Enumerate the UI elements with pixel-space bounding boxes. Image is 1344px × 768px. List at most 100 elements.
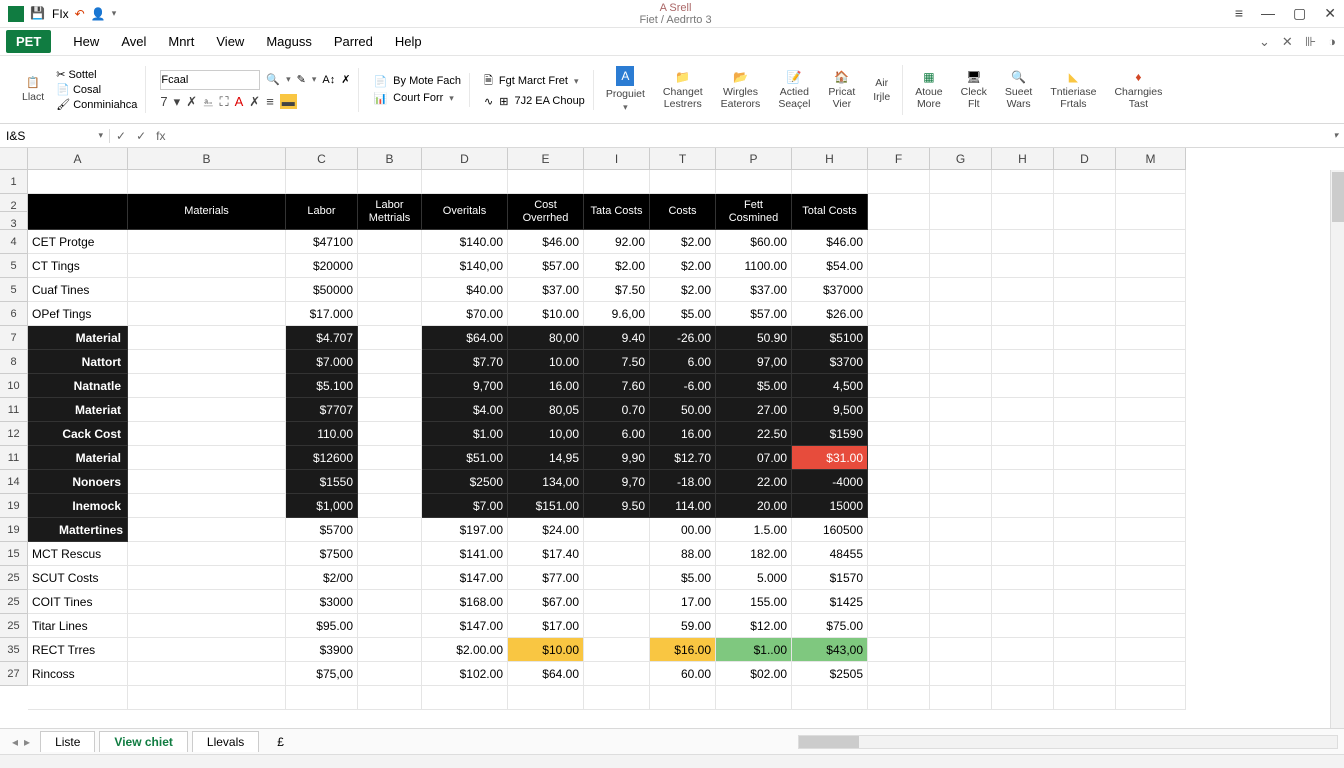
italic-icon[interactable]: ✗: [186, 94, 197, 110]
btn-wirgles[interactable]: 📂WirglesEaterors: [715, 68, 767, 112]
btn-proguiet[interactable]: AProguiet▾: [600, 64, 651, 115]
spreadsheet-grid: ABCBDEITPHFGHDM 123455678101112111419191…: [0, 148, 1344, 712]
tab-view[interactable]: View: [216, 34, 244, 49]
user-icon[interactable]: 👤: [91, 7, 106, 21]
ribbon-help-icon[interactable]: ◑: [1328, 34, 1336, 50]
cancel-fx-icon[interactable]: ✓: [116, 129, 126, 143]
undo-icon[interactable]: ↶: [75, 7, 85, 21]
col-header-A[interactable]: A: [28, 148, 128, 170]
select-all-corner[interactable]: [0, 148, 28, 170]
letter-a-icon: A: [616, 66, 634, 86]
save-icon[interactable]: 💾: [30, 6, 46, 22]
btn-changet[interactable]: 📁ChangetLestrers: [657, 68, 709, 112]
col-header-P[interactable]: P: [716, 148, 792, 170]
font-group: 🔍 ▾ ✎▾ A↕ ✗ 7▾ ✗ ⎁ ⛶ A ✗ ≡ ▬: [152, 68, 359, 112]
grid-icon[interactable]: ⊞: [499, 95, 508, 108]
close-icon[interactable]: ✕: [1324, 5, 1336, 22]
paste-button[interactable]: 📋 Llact: [16, 74, 50, 105]
sheet-tab-0[interactable]: Liste: [40, 731, 95, 752]
fx-icon[interactable]: fx: [156, 129, 165, 143]
tab-hew[interactable]: Hew: [73, 34, 99, 49]
sum-icon[interactable]: ∿: [484, 95, 493, 108]
col-header-B[interactable]: B: [128, 148, 286, 170]
ribbon-collapse-icon[interactable]: ⌄: [1259, 34, 1270, 50]
col-header-D[interactable]: D: [1054, 148, 1116, 170]
ribbon-close-icon[interactable]: ✕: [1282, 34, 1293, 50]
search-icon[interactable]: 🔍: [266, 73, 280, 86]
btn-atoue[interactable]: ▦AtoueMore: [909, 68, 948, 112]
btn-irjle[interactable]: AirIrjle: [867, 75, 896, 105]
name-box[interactable]: I&S▾: [0, 129, 110, 143]
underline-icon[interactable]: ⎁: [203, 94, 213, 110]
btn-cleck[interactable]: 🖥CleckFlt: [955, 68, 993, 112]
btn-sueet[interactable]: 🔍SueetWars: [999, 68, 1038, 112]
menu-bars-icon[interactable]: ≡: [1235, 5, 1243, 22]
tab-parred[interactable]: Parred: [334, 34, 373, 49]
col-header-I[interactable]: I: [584, 148, 650, 170]
sheet-tab-1[interactable]: View chiet: [99, 731, 187, 752]
vertical-scrollbar[interactable]: [1330, 170, 1344, 728]
col-header-C[interactable]: C: [286, 148, 358, 170]
sheet-icon[interactable]: 📄: [373, 75, 387, 88]
triangle-icon: ◣: [1069, 70, 1078, 84]
font-dd-icon[interactable]: ▾: [286, 74, 291, 85]
fbar-expand-icon[interactable]: ▾: [1333, 130, 1338, 141]
pin-icon: ♦: [1135, 70, 1141, 84]
table-icon[interactable]: 📊: [373, 92, 387, 105]
col-header-F[interactable]: F: [868, 148, 930, 170]
horizontal-scrollbar[interactable]: [798, 735, 1338, 749]
maximize-icon[interactable]: ▢: [1293, 5, 1306, 22]
col-header-M[interactable]: M: [1116, 148, 1186, 170]
tab-help[interactable]: Help: [395, 34, 422, 49]
font-size-input[interactable]: 7: [160, 94, 167, 109]
sheet-extra[interactable]: £: [263, 735, 298, 749]
cut-option[interactable]: ✂ Sottel: [56, 68, 137, 81]
cells-area[interactable]: MaterialsLaborLabor MettrialsOveritalsCo…: [28, 170, 1186, 710]
ribbon-options-icon[interactable]: ⊪: [1305, 34, 1316, 50]
align-icon[interactable]: ≡: [266, 94, 274, 109]
tab-avel[interactable]: Avel: [121, 34, 146, 49]
tab-maguss[interactable]: Maguss: [266, 34, 312, 49]
strike-icon[interactable]: ✗: [249, 94, 260, 110]
sheet-nav[interactable]: ◂▸: [6, 735, 36, 749]
folder-arrow-icon: 📁: [675, 70, 690, 84]
hscroll-thumb[interactable]: [799, 736, 859, 748]
clear-format-icon[interactable]: ✗: [341, 73, 350, 86]
tab-mnrt[interactable]: Mnrt: [168, 34, 194, 49]
col-header-G[interactable]: G: [930, 148, 992, 170]
col-header-H[interactable]: H: [992, 148, 1054, 170]
col-header-E[interactable]: E: [508, 148, 584, 170]
font-color-icon[interactable]: A: [235, 94, 244, 109]
nav-next-icon: ▸: [24, 735, 30, 749]
border-icon[interactable]: ⛶: [220, 94, 229, 110]
qat-label: FIx: [52, 7, 69, 21]
btn-actied[interactable]: 📝ActiedSeaçel: [772, 68, 816, 112]
format-icon[interactable]: 🗎: [484, 72, 493, 91]
btn-pricat[interactable]: 🏠PricatVier: [822, 68, 861, 112]
sheet-tab-2[interactable]: Llevals: [192, 731, 259, 752]
font-name-input[interactable]: [160, 70, 260, 90]
home-icon: 🏠: [834, 70, 849, 84]
nav-prev-icon: ◂: [12, 735, 18, 749]
btn-charngies[interactable]: ♦CharngiesTast: [1108, 68, 1168, 112]
scroll-thumb[interactable]: [1332, 172, 1344, 222]
window-controls: ≡ — ▢ ✕: [1235, 5, 1336, 22]
col-header-T[interactable]: T: [650, 148, 716, 170]
minimize-icon[interactable]: —: [1261, 5, 1275, 22]
btn-tntieriase[interactable]: ◣TntieriaseFrtals: [1044, 68, 1102, 112]
ribbon-controls: ⌄ ✕ ⊪ ◑: [1259, 34, 1344, 50]
quick-access: 💾 FIx ↶ 👤 ▾: [8, 6, 116, 22]
format-painter-option[interactable]: 🖌 Conminiahca: [56, 98, 137, 111]
pencil-icon[interactable]: ✎: [297, 73, 306, 86]
column-headers[interactable]: ABCBDEITPHFGHDM: [28, 148, 1186, 170]
col-header-D[interactable]: D: [422, 148, 508, 170]
col-header-B[interactable]: B: [358, 148, 422, 170]
row-headers[interactable]: 12345567810111211141919152525253527: [0, 170, 28, 686]
tab-pet[interactable]: PET: [6, 30, 51, 53]
col-header-H[interactable]: H: [792, 148, 868, 170]
clipboard-icon: 📋: [26, 76, 40, 89]
copy-option[interactable]: 📄 Cosal: [56, 83, 137, 96]
app-icon: [8, 6, 24, 22]
fill-color-icon[interactable]: ▬: [280, 94, 297, 109]
enter-fx-icon[interactable]: ✓: [136, 129, 146, 143]
